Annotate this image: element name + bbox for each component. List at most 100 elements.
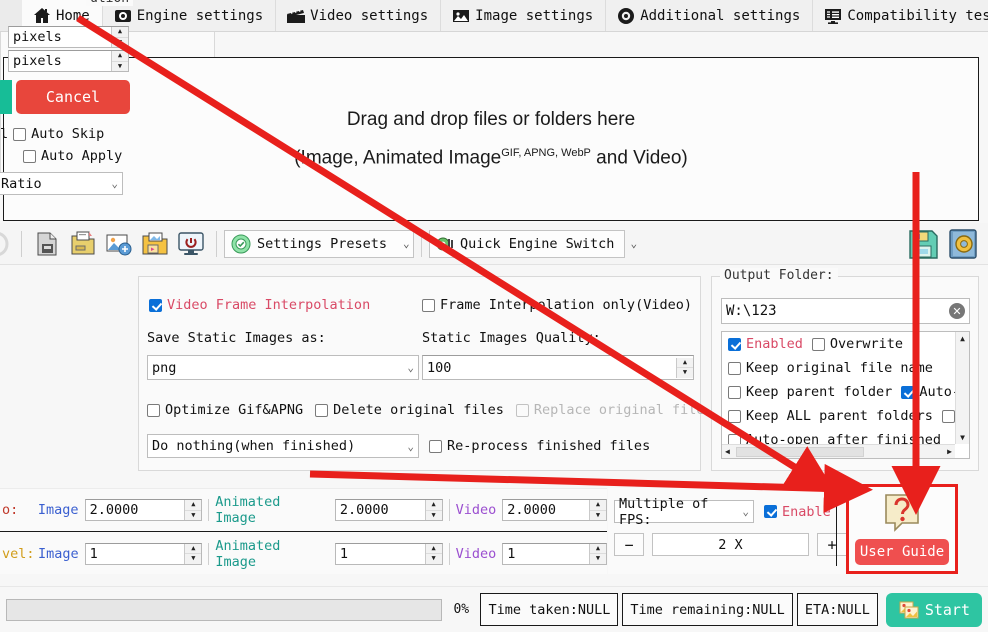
ratio-animated-up[interactable]: ▲ — [425, 500, 442, 511]
fps-enable-box[interactable] — [764, 505, 777, 518]
settings-presets-dropdown[interactable]: Settings Presets ⌄ — [224, 229, 414, 258]
fps-enable-checkbox[interactable]: Enable — [764, 504, 831, 520]
ratio-video-spinner[interactable]: 2.0000 ▲ ▼ — [502, 499, 607, 521]
output-options-list[interactable]: Enabled Overwrite Keep original file nam… — [721, 331, 970, 459]
ratio-animated-spinner[interactable]: 2.0000 ▲ ▼ — [334, 499, 443, 521]
width-spinner[interactable]: pixels ▲ ▼ — [8, 26, 129, 48]
enabled-box[interactable] — [728, 337, 741, 351]
reprocess-finished-files-checkbox[interactable]: Re-process finished files — [429, 438, 650, 454]
tab-compatibility-test[interactable]: Compatibility test — [813, 0, 988, 31]
drag-drop-area[interactable]: Drag and drop files or folders here (Ima… — [3, 57, 979, 221]
video-frame-interpolation-checkbox[interactable]: Video Frame Interpolation — [149, 297, 370, 313]
width-up-arrow[interactable]: ▲ — [112, 27, 128, 38]
height-up-arrow[interactable]: ▲ — [112, 51, 128, 62]
keep-all-parent-folders-box[interactable] — [728, 409, 741, 423]
auto-skip-checkbox[interactable]: Auto Skip — [13, 126, 104, 142]
output-option-enabled[interactable]: Enabled — [728, 336, 803, 352]
level-image-up[interactable]: ▲ — [185, 544, 202, 554]
open-folder-icon[interactable] — [68, 229, 98, 259]
ratio-image-up[interactable]: ▲ — [185, 500, 202, 511]
width-spinner-buttons[interactable]: ▲ ▼ — [111, 27, 128, 47]
auto-c-box[interactable] — [901, 385, 915, 399]
height-down-arrow[interactable]: ▼ — [112, 62, 128, 72]
level-video-up[interactable]: ▲ — [590, 544, 607, 554]
delete-original-files-checkbox[interactable]: Delete original files — [315, 402, 504, 418]
ratio-image-spinner[interactable]: 2.0000 ▲ ▼ — [84, 499, 203, 521]
power-icon[interactable] — [176, 229, 206, 259]
frame-interpolation-only-checkbox[interactable]: Frame Interpolation only(Video) — [422, 297, 692, 313]
level-animated-up[interactable]: ▲ — [425, 544, 442, 554]
tab-additional-settings[interactable]: Additional settings — [606, 0, 814, 31]
ratio-video-spin-buttons[interactable]: ▲ ▼ — [589, 500, 606, 520]
video-frame-interpolation-box[interactable] — [149, 298, 162, 312]
level-image-spin-buttons[interactable]: ▲ ▼ — [184, 543, 202, 564]
auto-apply-box[interactable] — [23, 149, 36, 163]
ratio-animated-spin-buttons[interactable]: ▲ ▼ — [424, 500, 442, 521]
reprocess-finished-files-box[interactable] — [429, 439, 442, 453]
height-spinner[interactable]: pixels ▲ ▼ — [8, 50, 129, 72]
level-video-spin-buttons[interactable]: ▲ ▼ — [589, 543, 607, 564]
level-image-spinner[interactable]: 1 ▲ ▼ — [84, 542, 203, 565]
level-animated-down[interactable]: ▼ — [426, 554, 442, 564]
cancel-button[interactable]: Cancel — [16, 80, 130, 114]
horizontal-scroll-thumb[interactable] — [736, 447, 864, 457]
level-image-down[interactable]: ▼ — [185, 554, 201, 564]
output-option-keep-original-name[interactable]: Keep original file name — [728, 360, 953, 376]
optimize-gif-apng-checkbox[interactable]: Optimize Gif&APNG — [147, 402, 303, 418]
level-video-spinner[interactable]: 1 ▲ ▼ — [502, 542, 608, 565]
quality-down-arrow[interactable]: ▼ — [677, 368, 693, 378]
overwrite-box[interactable] — [811, 337, 825, 351]
ratio-video-up[interactable]: ▲ — [590, 500, 606, 511]
optimize-gif-apng-box[interactable] — [147, 403, 160, 417]
level-animated-spinner[interactable]: 1 ▲ ▼ — [334, 542, 443, 565]
quick-engine-switch-dropdown[interactable]: Quick Engine Switch ⌄ — [429, 229, 637, 258]
output-list-vertical-scrollbar[interactable]: ▲ ▼ — [955, 332, 969, 444]
scroll-right-arrow[interactable]: ▶ — [944, 447, 955, 456]
width-down-arrow[interactable]: ▼ — [112, 38, 128, 48]
when-finished-select[interactable]: Do nothing(when finished) ⌄ — [147, 434, 419, 458]
config-book-icon[interactable] — [946, 227, 980, 261]
output-option-keep-parent-folder[interactable]: Keep parent folder — [728, 384, 892, 400]
multiple-of-fps-select[interactable]: Multiple of FPS: ⌄ — [614, 496, 754, 528]
apply-button-partial[interactable] — [0, 80, 12, 114]
level-animated-spin-buttons[interactable]: ▲ ▼ — [424, 543, 442, 564]
output-folder-input[interactable]: W:\123 ✕ — [721, 298, 970, 324]
scroll-up-arrow[interactable]: ▲ — [960, 332, 965, 345]
ratio-image-spin-buttons[interactable]: ▲ ▼ — [184, 500, 202, 521]
output-option-keep-all-parent-folders[interactable]: Keep ALL parent folders — [728, 408, 933, 424]
user-guide-box[interactable]: User Guide — [846, 484, 958, 574]
scroll-left-arrow[interactable]: ◀ — [722, 447, 733, 456]
tab-video-settings[interactable]: Video settings — [276, 0, 442, 31]
output-list-horizontal-scrollbar[interactable]: ◀ ▶ — [722, 444, 955, 458]
extra-option-box[interactable] — [941, 409, 955, 423]
auto-apply-checkbox[interactable]: Auto Apply — [23, 148, 122, 164]
ratio-image-down[interactable]: ▼ — [185, 511, 201, 521]
media-folder-icon[interactable] — [140, 229, 170, 259]
frame-interpolation-only-box[interactable] — [422, 298, 435, 312]
fps-decrease-button[interactable]: − — [614, 533, 644, 556]
quality-up-arrow[interactable]: ▲ — [677, 358, 693, 368]
delete-original-files-box[interactable] — [315, 403, 329, 417]
static-image-format-select[interactable]: png ⌄ — [147, 355, 419, 380]
quality-spinner-buttons[interactable]: ▲ ▼ — [676, 357, 693, 378]
ratio-animated-down[interactable]: ▼ — [426, 511, 442, 521]
user-guide-button[interactable]: User Guide — [855, 539, 949, 565]
height-spinner-buttons[interactable]: ▲ ▼ — [111, 51, 128, 71]
keep-parent-folder-box[interactable] — [728, 385, 741, 399]
save-file-icon[interactable] — [32, 229, 62, 259]
auto-skip-box[interactable] — [13, 127, 27, 141]
save-disk-icon[interactable] — [906, 227, 940, 261]
keep-original-name-box[interactable] — [728, 361, 741, 375]
level-video-down[interactable]: ▼ — [590, 554, 606, 564]
ratio-mode-select[interactable]: Ratio ⌄ — [0, 172, 123, 195]
static-image-quality-spinner[interactable]: 100 ▲ ▼ — [422, 355, 694, 380]
fps-increase-button[interactable]: + — [817, 533, 847, 556]
tab-image-settings[interactable]: Image settings — [441, 0, 607, 31]
ratio-video-down[interactable]: ▼ — [590, 511, 606, 521]
scroll-down-arrow[interactable]: ▼ — [960, 431, 965, 444]
clear-x-icon[interactable]: ✕ — [949, 303, 965, 319]
output-option-overwrite[interactable]: Overwrite — [811, 336, 903, 352]
fps-multiplier-value[interactable]: 2 X — [652, 533, 809, 556]
start-button[interactable]: Start — [885, 592, 982, 627]
add-image-icon[interactable] — [104, 229, 134, 259]
